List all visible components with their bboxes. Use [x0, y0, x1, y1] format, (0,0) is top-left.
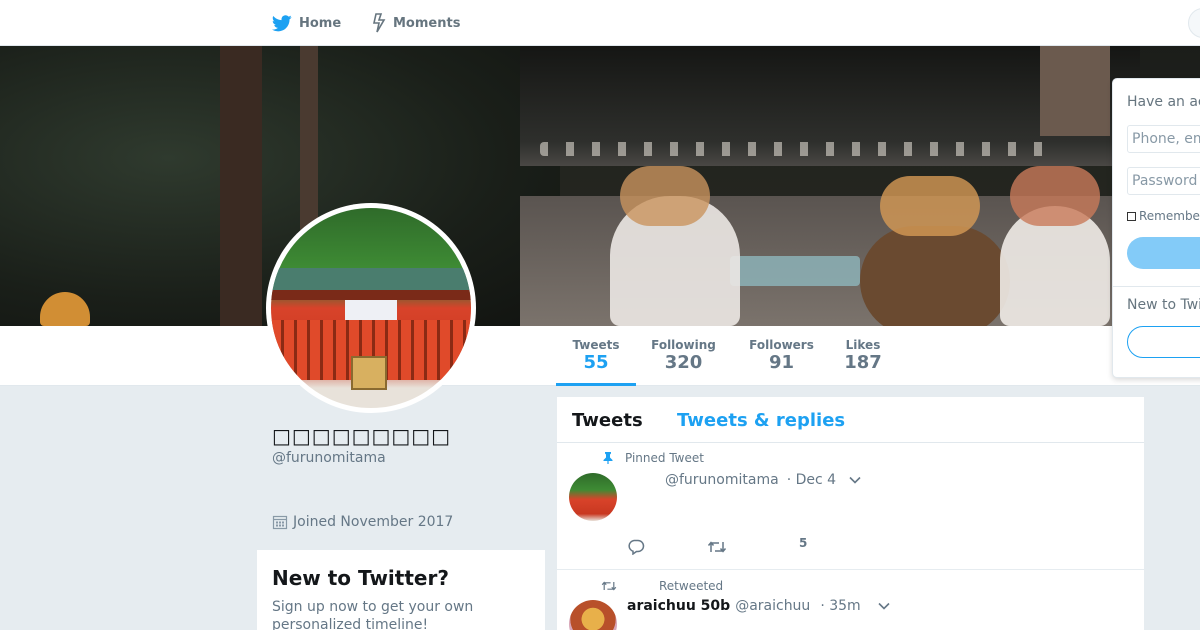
remember-me[interactable]: Remember me — [1127, 209, 1200, 223]
tweet-handle[interactable]: @araichuu — [735, 598, 810, 614]
signup-card: New to Twitter? Sign up now to get your … — [257, 550, 545, 630]
timeline-tabs: Tweets Tweets & replies — [557, 397, 1144, 443]
divider — [1113, 286, 1200, 287]
retweet-icon — [601, 581, 617, 591]
profile-name[interactable]: □□□□□□□□□ — [272, 424, 451, 448]
login-dropdown: Have an account? Phone, email or usernam… — [1112, 78, 1200, 378]
login-button[interactable] — [1127, 237, 1200, 269]
stat-tweets-value: 55 — [583, 352, 609, 373]
tweet-actions: 5 — [627, 536, 807, 555]
nav-moments-label: Moments — [393, 15, 461, 31]
stat-tweets[interactable]: Tweets 55 — [556, 326, 636, 386]
stat-followers-label: Followers — [749, 338, 814, 352]
stat-likes-value: 187 — [844, 352, 882, 373]
pin-icon — [603, 452, 613, 464]
nav-home[interactable]: Home — [272, 0, 341, 46]
new-to-twitter-prompt: New to Twitter? — [1127, 297, 1200, 313]
tweet-handle[interactable]: @furunomitama — [665, 472, 779, 488]
like-count: 5 — [799, 536, 808, 550]
login-title: Have an account? — [1127, 94, 1200, 110]
stat-following-value: 320 — [664, 352, 703, 373]
retweeted-tweet[interactable]: Retweeted araichuu 50b @araichuu · 35m — [557, 570, 1144, 630]
remember-checkbox[interactable] — [1127, 211, 1136, 221]
retweet-button[interactable] — [707, 540, 799, 554]
password-field[interactable]: Password — [1127, 167, 1200, 195]
stat-followers-value: 91 — [768, 352, 795, 373]
top-nav: Home Moments — [0, 0, 1200, 46]
tweet-avatar[interactable] — [569, 600, 617, 630]
pinned-label: Pinned Tweet — [625, 451, 704, 465]
joined-date: Joined November 2017 — [272, 514, 453, 530]
signup-button[interactable] — [1127, 326, 1200, 358]
tweet-time[interactable]: · 35m — [820, 598, 860, 614]
remember-label: Remember me — [1139, 209, 1200, 223]
lightning-icon — [373, 13, 386, 33]
avatar-image — [271, 208, 471, 408]
profile-stats-bar: Tweets 55 Following 320 Followers 91 Lik… — [0, 326, 1200, 386]
tweet-header: @furunomitama · Dec 4 — [665, 472, 862, 488]
profile-handle[interactable]: @furunomitama — [272, 450, 386, 466]
retweeted-label-row: Retweeted — [601, 579, 723, 593]
retweet-icon — [707, 541, 727, 553]
pinned-tweet[interactable]: Pinned Tweet @furunomitama · Dec 4 5 — [557, 443, 1144, 570]
stat-followers[interactable]: Followers 91 — [744, 326, 819, 386]
nav-home-label: Home — [299, 15, 342, 31]
chevron-down-icon[interactable] — [877, 601, 891, 611]
chevron-down-icon[interactable] — [848, 475, 862, 485]
username-field[interactable]: Phone, email or username — [1127, 125, 1200, 153]
nav-moments[interactable]: Moments — [372, 0, 460, 46]
tweet-author-name[interactable]: araichuu 50b — [627, 598, 730, 614]
stat-following-label: Following — [651, 338, 716, 352]
stat-tweets-label: Tweets — [572, 338, 620, 352]
twitter-bird-icon — [272, 14, 292, 31]
tweet-avatar[interactable] — [569, 473, 617, 521]
tab-tweets-replies[interactable]: Tweets & replies — [677, 410, 845, 431]
reply-button[interactable] — [627, 539, 707, 555]
signup-title: New to Twitter? — [272, 566, 449, 590]
stat-likes-label: Likes — [845, 338, 881, 352]
signup-text: Sign up now to get your own personalized… — [272, 599, 474, 630]
tweet-header: araichuu 50b @araichuu · 35m — [627, 598, 891, 614]
timeline: Tweets Tweets & replies Pinned Tweet @fu… — [557, 397, 1144, 630]
calendar-icon — [272, 515, 288, 530]
profile-banner — [0, 46, 1200, 326]
stat-following[interactable]: Following 320 — [646, 326, 721, 386]
retweeted-label: Retweeted — [659, 579, 724, 593]
search-input[interactable] — [1188, 8, 1200, 38]
tweet-date[interactable]: · Dec 4 — [787, 472, 836, 488]
joined-text: Joined November 2017 — [293, 514, 454, 530]
stat-likes[interactable]: Likes 187 — [840, 326, 886, 386]
tab-tweets[interactable]: Tweets — [572, 410, 643, 431]
profile-avatar[interactable] — [266, 203, 476, 413]
pinned-label-row: Pinned Tweet — [603, 451, 704, 465]
reply-icon — [628, 539, 645, 555]
like-button[interactable]: 5 — [799, 536, 807, 550]
